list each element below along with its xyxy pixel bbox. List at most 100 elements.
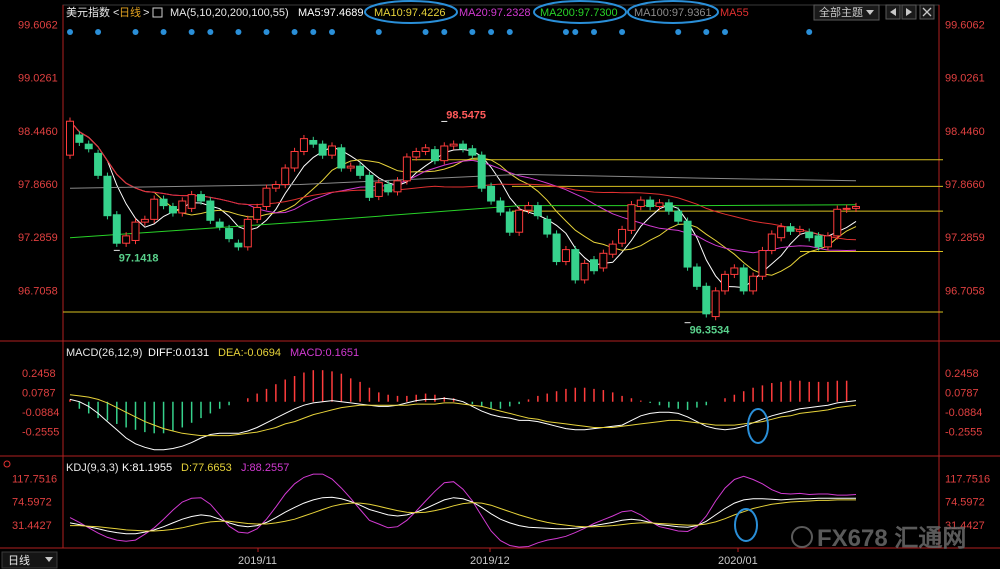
signal-dot-icon [675, 29, 682, 35]
signal-dot-icon [506, 29, 513, 35]
candle-up [777, 226, 786, 239]
kdj-tick-label: 117.7516 [12, 474, 57, 486]
price-tick-label: 97.2859 [18, 232, 58, 244]
signal-dot-icon [572, 29, 579, 35]
candle-up [627, 204, 636, 231]
price-tick-label: 97.2859 [945, 232, 985, 244]
candle-down [739, 267, 748, 292]
candle-up [767, 233, 776, 252]
candle-down [197, 194, 205, 202]
candle-up [122, 235, 131, 244]
signal-dot-icon [619, 29, 626, 35]
candle-up [140, 218, 149, 223]
candle-up [721, 273, 729, 292]
legend-j: J:88.2557 [241, 462, 289, 474]
candle-up [346, 165, 355, 169]
period-label[interactable]: 日线 [119, 5, 141, 19]
candle-up [440, 145, 449, 162]
price-tick-label: 97.8660 [18, 179, 58, 191]
candle-up [730, 267, 739, 275]
candle-up [515, 209, 524, 233]
candle-up [795, 228, 804, 232]
macd-tick-label: 0.2458 [945, 368, 979, 380]
candle-up [150, 198, 159, 220]
signal-dot-icon [469, 29, 476, 35]
legend-d: D:77.6653 [181, 462, 232, 474]
bottom-bar: 日线 [1, 551, 58, 569]
candle-up [823, 235, 832, 248]
price-annotation: 97.1418 [119, 252, 159, 264]
signal-dot-icon [291, 29, 298, 35]
candle-down [103, 175, 112, 217]
price-tick-label: 99.0261 [18, 73, 58, 85]
candle-down [683, 220, 692, 268]
price-tick-label: 96.7058 [945, 285, 985, 297]
macd-tick-label: -0.0884 [945, 407, 982, 419]
candle-up [655, 202, 664, 208]
period-close: > [143, 7, 149, 19]
candle-up [328, 145, 336, 156]
macd-title: MACD(26,12,9) [66, 347, 142, 359]
candle-down [496, 200, 505, 213]
candle-down [814, 235, 823, 248]
candle-up [66, 120, 74, 156]
candle-down [477, 154, 486, 189]
signal-dot-icon [722, 29, 728, 35]
signal-dot-icon [188, 29, 195, 35]
candle-down [384, 184, 393, 193]
candle-up [299, 138, 308, 152]
price-annotation: 96.3534 [690, 325, 731, 337]
candle-up [852, 206, 860, 209]
signal-dot-icon [329, 29, 335, 35]
watermark: FX678 汇通网 [791, 525, 966, 552]
candle-down [505, 211, 514, 233]
signal-dot-icon [235, 29, 242, 35]
date-label: 2019/11 [238, 555, 277, 567]
candle-down [309, 139, 318, 145]
candle-down [590, 259, 598, 272]
signal-dot-icon [591, 29, 597, 35]
candle-down [168, 206, 177, 214]
candle-down [159, 198, 168, 207]
candle-down [468, 148, 477, 156]
candle-up [253, 206, 262, 220]
candle-down [571, 249, 580, 281]
theme-button-label: 全部主题 [819, 5, 863, 19]
macd-tick-label: -0.0884 [22, 407, 59, 419]
candle-down [552, 233, 561, 263]
price-tick-label: 98.4460 [945, 126, 985, 138]
candle-up [402, 156, 411, 182]
candle-up [187, 194, 196, 209]
candle-down [94, 152, 103, 176]
candle-down [702, 285, 711, 315]
candle-down [786, 226, 795, 232]
main-legend: 美元指数 < 日线 > MA(5,10,20,200,100,55) MA5:9… [66, 0, 935, 24]
legend-ma55: MA55 [720, 7, 749, 19]
candle-up [599, 252, 608, 269]
signal-dot-icon [160, 29, 167, 35]
candle-up [749, 275, 758, 292]
candle-down [533, 205, 542, 217]
price-tick-label: 99.0261 [945, 73, 985, 85]
candle-up [636, 199, 645, 208]
candle-down [692, 266, 701, 287]
candle-down [646, 199, 655, 208]
legend-k: K:81.1955 [122, 462, 172, 474]
candle-down [674, 210, 683, 222]
price-annotation: 98.5475 [446, 109, 486, 121]
candle-up [833, 208, 842, 237]
candle-up [290, 150, 299, 169]
candle-down [84, 143, 93, 150]
candle-up [262, 187, 271, 208]
signal-dot-icon [422, 29, 429, 35]
candle-up [449, 143, 458, 147]
legend-ma5: MA5:97.4689 [298, 7, 363, 19]
date-label: 2019/12 [470, 555, 510, 567]
instrument-name: 美元指数 [66, 5, 110, 19]
signal-dot-icon [263, 29, 270, 35]
kdj-tick-label: 117.7516 [945, 474, 990, 486]
candle-up [412, 150, 421, 158]
candle-up [271, 184, 280, 189]
candle-down [543, 218, 552, 235]
legend-ma10: MA10:97.4226 [374, 7, 446, 19]
